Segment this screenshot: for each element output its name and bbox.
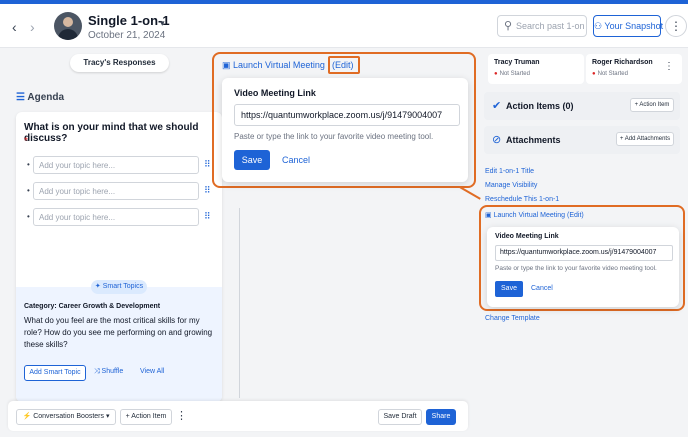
video-link-help: Paste or type the link to your favorite … <box>495 265 657 272</box>
chevron-down-icon[interactable]: ▾ <box>160 18 165 29</box>
agenda-card: What is on your mind that we should disc… <box>16 112 222 402</box>
status-badge: Not Started <box>494 71 530 77</box>
list-item: • Add your topic here... ⠿ <box>24 208 214 226</box>
launch-virtual-meeting-link[interactable]: ▣ Launch Virtual Meeting <box>222 60 325 71</box>
forward-arrow-icon[interactable]: › <box>30 19 35 35</box>
snapshot-icon: ⚇ <box>594 21 605 31</box>
add-action-item-button[interactable]: + Action Item <box>120 409 172 425</box>
more-options-icon[interactable]: ⋮ <box>664 61 674 72</box>
action-items-section: ✔ Action Items (0) + Action Item <box>484 92 680 120</box>
bolt-icon: ⚡ <box>22 413 32 420</box>
checkmark-icon: ✔ <box>492 100 502 112</box>
video-link-help: Paste or type the link to your favorite … <box>234 132 434 141</box>
shuffle-button[interactable]: ⤨ Shuffle <box>94 368 123 376</box>
video-link-label: Video Meeting Link <box>495 233 559 240</box>
topic-input[interactable]: Add your topic here... <box>33 182 199 200</box>
shuffle-icon: ⤨ <box>94 368 102 375</box>
video-link-panel: Video Meeting Link https://quantumworkpl… <box>487 227 679 307</box>
sidebar-virtual-meeting-callout: ▣ Launch Virtual Meeting (Edit) Video Me… <box>479 205 685 311</box>
view-all-link[interactable]: View All <box>140 368 164 375</box>
shuffle-label: Shuffle <box>101 368 124 375</box>
edit-link[interactable]: (Edit) <box>567 212 584 219</box>
back-arrow-icon[interactable]: ‹ <box>12 19 17 35</box>
video-link-input[interactable]: https://quantumworkplace.zoom.us/j/91479… <box>234 104 460 126</box>
conversation-boosters-label: Conversation Boosters <box>33 413 105 420</box>
action-items-label: Action Items (0) <box>506 101 574 111</box>
drag-handle-icon[interactable]: ⠿ <box>204 211 211 222</box>
launch-virtual-meeting-label: Launch Virtual Meeting <box>493 212 566 219</box>
list-item: • Add your topic here... ⠿ <box>24 182 214 200</box>
search-icon: ⚲ <box>504 20 513 32</box>
save-button[interactable]: Save <box>234 150 270 170</box>
participant-card: Tracy Truman Not Started <box>488 54 584 84</box>
cancel-button[interactable]: Cancel <box>282 155 310 165</box>
meeting-date: October 21, 2024 <box>88 30 166 41</box>
add-smart-topic-button[interactable]: Add Smart Topic <box>24 365 86 381</box>
more-options-icon[interactable]: ⋮ <box>665 15 687 37</box>
reschedule-link[interactable]: Reschedule This 1-on-1 <box>485 196 559 203</box>
add-attachments-button[interactable]: + Add Attachments <box>616 132 674 146</box>
drag-handle-icon[interactable]: ⠿ <box>204 159 211 170</box>
save-draft-button[interactable]: Save Draft <box>378 409 422 425</box>
smart-topic-question: What do you feel are the most critical s… <box>24 316 213 349</box>
topic-input[interactable]: Add your topic here... <box>33 208 199 226</box>
category-label: Category: Career Growth & Development <box>24 303 161 310</box>
participant-name: Roger Richardson <box>592 59 653 66</box>
agenda-label: Agenda <box>27 92 65 103</box>
attachments-section: ⊘ Attachments + Add Attachments <box>484 126 680 154</box>
save-button[interactable]: Save <box>495 281 523 297</box>
smart-topics-label: Smart Topics <box>102 283 144 290</box>
column-divider <box>239 208 240 398</box>
page-title: Single 1-on-1 <box>88 13 170 28</box>
virtual-meeting-callout: ▣ Launch Virtual Meeting (Edit) Video Me… <box>212 52 476 188</box>
topic-input[interactable]: Add your topic here... <box>33 156 199 174</box>
video-icon: ▣ <box>222 60 234 70</box>
page-header: ‹ › Single 1-on-1 October 21, 2024 ▾ ⚲ S… <box>0 4 688 48</box>
video-link-input[interactable]: https://quantumworkplace.zoom.us/j/91479… <box>495 245 673 261</box>
attachments-label: Attachments <box>506 135 561 145</box>
change-template-link[interactable]: Change Template <box>485 315 540 322</box>
your-snapshot-button[interactable]: ⚇ Your Snapshot <box>593 15 664 37</box>
add-action-item-button[interactable]: + Action Item <box>630 98 674 112</box>
manage-visibility-link[interactable]: Manage Visibility <box>485 182 537 189</box>
status-badge: Not Started <box>592 71 628 77</box>
bullet-icon: • <box>27 186 30 195</box>
search-input[interactable]: ⚲ Search past 1-on-1s <box>497 15 587 37</box>
agenda-question: What is on your mind that we should disc… <box>24 122 199 144</box>
edit-link[interactable]: (Edit) <box>332 60 354 70</box>
participant-name: Tracy Truman <box>494 59 540 66</box>
agenda-icon: ☰ <box>16 92 25 103</box>
chevron-down-icon: ▾ <box>105 413 110 420</box>
bullet-icon: • <box>27 160 30 169</box>
snapshot-label: Your Snapshot <box>604 21 664 31</box>
launch-virtual-meeting-label: Launch Virtual Meeting <box>233 60 325 70</box>
list-item: • Add your topic here... ⠿ <box>24 156 214 174</box>
conversation-boosters-button[interactable]: ⚡ Conversation Boosters ▾ <box>16 409 116 425</box>
required-mark: * <box>24 136 28 147</box>
cancel-button[interactable]: Cancel <box>531 285 553 292</box>
smart-topics-badge: ✦ Smart Topics <box>91 280 147 294</box>
agenda-heading: ☰ Agenda <box>16 92 64 103</box>
paperclip-icon: ⊘ <box>492 134 502 146</box>
drag-handle-icon[interactable]: ⠿ <box>204 185 211 196</box>
more-options-icon[interactable]: ⋮ <box>176 409 187 422</box>
smart-topics-section: ✦ Smart Topics Category: Career Growth &… <box>16 280 222 402</box>
share-button[interactable]: Share <box>426 409 456 425</box>
bullet-icon: • <box>27 212 30 221</box>
tab-tracys-responses[interactable]: Tracy's Responses <box>70 54 169 72</box>
search-placeholder: Search past 1-on-1s <box>516 21 584 31</box>
edit-title-link[interactable]: Edit 1-on-1 Title <box>485 168 534 175</box>
avatar <box>54 12 82 40</box>
sparkle-icon: ✦ <box>94 283 103 290</box>
launch-virtual-meeting-link[interactable]: ▣ Launch Virtual Meeting (Edit) <box>485 211 584 219</box>
bottom-action-bar: ⚡ Conversation Boosters ▾ + Action Item … <box>8 401 468 431</box>
video-link-label: Video Meeting Link <box>234 88 316 98</box>
video-icon: ▣ <box>485 212 494 219</box>
video-link-panel: Video Meeting Link https://quantumworkpl… <box>222 78 468 182</box>
